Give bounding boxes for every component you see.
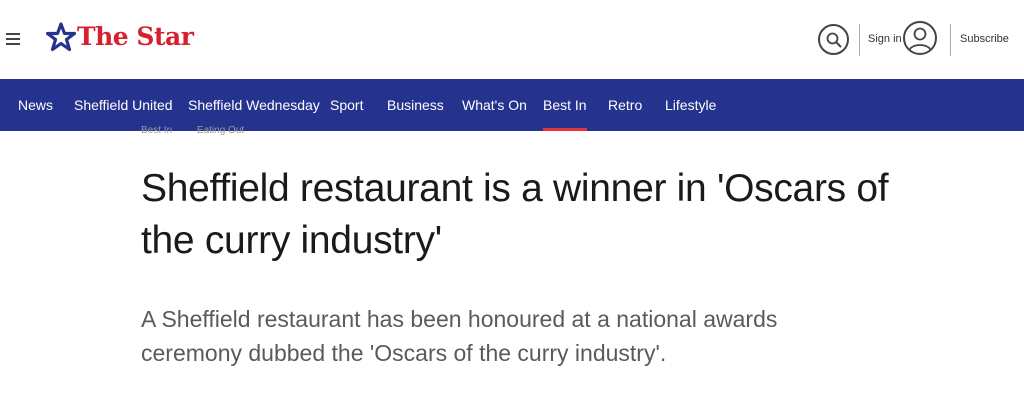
nav-item-lifestyle[interactable]: Lifestyle	[665, 79, 716, 131]
nav-item-retro[interactable]: Retro	[608, 79, 642, 131]
main-navigation: News Sheffield United Sheffield Wednesda…	[0, 79, 1024, 131]
hamburger-menu-icon[interactable]	[6, 33, 20, 45]
nav-item-sheffield-wednesday[interactable]: Sheffield Wednesday	[188, 79, 320, 131]
site-header: The Star Sign in Subscribe	[0, 0, 1024, 80]
nav-item-best-in[interactable]: Best In	[543, 79, 587, 131]
article-headline: Sheffield restaurant is a winner in 'Osc…	[141, 167, 889, 262]
user-account-icon	[908, 27, 932, 52]
header-divider	[950, 24, 951, 56]
sign-in-link[interactable]: Sign in	[868, 33, 902, 45]
article-standfirst: A Sheffield restaurant has been honoured…	[141, 306, 778, 366]
nav-item-sport[interactable]: Sport	[330, 79, 363, 131]
nav-item-sheffield-united[interactable]: Sheffield United	[74, 79, 173, 131]
search-icon	[826, 32, 842, 48]
subscribe-link[interactable]: Subscribe	[960, 33, 1009, 45]
site-logo[interactable]: The Star	[46, 22, 194, 52]
account-button[interactable]	[903, 21, 937, 55]
nav-item-news[interactable]: News	[18, 79, 53, 131]
breadcrumb-item[interactable]: Eating Out	[197, 125, 244, 135]
brand-name: The Star	[77, 22, 194, 51]
nav-item-business[interactable]: Business	[387, 79, 444, 131]
search-button[interactable]	[818, 24, 849, 55]
breadcrumb: Best In Eating Out	[141, 125, 266, 135]
nav-item-whats-on[interactable]: What's On	[462, 79, 527, 131]
star-logo-icon	[46, 22, 76, 52]
header-divider	[859, 24, 860, 56]
breadcrumb-item[interactable]: Best In	[141, 125, 172, 135]
